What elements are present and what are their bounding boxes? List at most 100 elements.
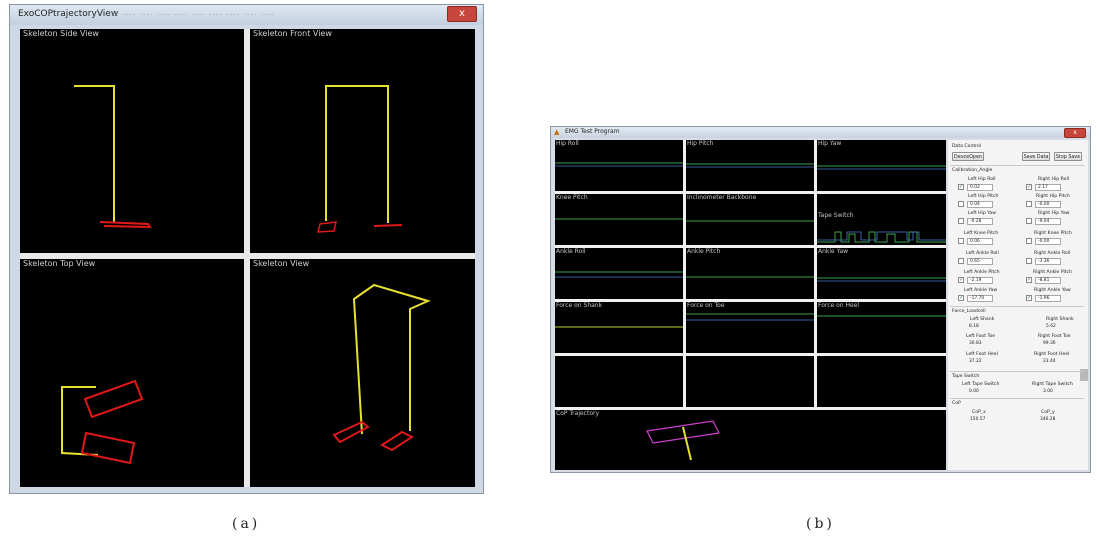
plot-force-on-shank[interactable]: Force on Shank	[555, 302, 683, 353]
plot-blank-2[interactable]	[686, 356, 814, 407]
plot-ankle-roll[interactable]: Ankle Roll	[555, 248, 683, 299]
menu-strip[interactable]: ---- ---- ---- ---- ---- ---- ---- ---- …	[105, 11, 275, 19]
right-shank-value: 5.62	[1046, 324, 1056, 329]
left-ankle-pitch-value[interactable]: -2.19	[967, 277, 993, 284]
save-data-button[interactable]: Save Data	[1022, 152, 1050, 161]
left-hip-pitch-value[interactable]: 0.04	[967, 201, 993, 208]
skeleton-front-view[interactable]: Skeleton Front View	[250, 29, 475, 253]
left-ankle-roll-checkbox[interactable]	[958, 258, 964, 264]
right-ankle-pitch-checkbox[interactable]: ✓	[1026, 277, 1032, 283]
right-ankle-yaw-checkbox[interactable]: ✓	[1026, 295, 1032, 301]
tape-trace-green	[817, 231, 946, 243]
right-hip-pitch-checkbox[interactable]	[1026, 201, 1032, 207]
skeleton-top-view[interactable]: Skeleton Top View	[20, 259, 244, 487]
skeleton-3d-view[interactable]: Skeleton View	[250, 259, 475, 487]
right-ankle-pitch-label: Right Ankle Pitch	[1033, 270, 1073, 275]
left-foot-heel-value: 37.22	[969, 359, 982, 364]
window-titlebar[interactable]: ▲ EMG Test Program x	[551, 127, 1090, 138]
3d-skeleton-line	[352, 283, 431, 435]
data-control-heading: Data Control	[952, 144, 982, 149]
plot-traces	[817, 315, 946, 317]
close-button[interactable]: x	[1064, 128, 1086, 138]
stop-save-button[interactable]: Stop Save	[1054, 152, 1082, 161]
plot-force-on-toe[interactable]: Force on Toe	[686, 302, 814, 353]
side-foot	[99, 221, 152, 229]
cop-x-value: 150.57	[970, 417, 986, 422]
cop-x-label: CoP_x	[972, 410, 986, 415]
left-ankle-pitch-checkbox[interactable]: ✓	[958, 277, 964, 283]
left-hip-roll-checkbox[interactable]: ✓	[958, 184, 964, 190]
plot-hip-roll[interactable]: Hip Roll	[555, 140, 683, 191]
right-foot-heel-value: 23.44	[1043, 359, 1056, 364]
left-ankle-yaw-value[interactable]: -17.70	[967, 295, 993, 302]
right-ankle-yaw-value[interactable]: -1.96	[1035, 295, 1061, 302]
right-knee-pitch-label: Right Knee Pitch	[1034, 231, 1072, 236]
right-ankle-roll-checkbox[interactable]	[1026, 258, 1032, 264]
3d-right-foot	[379, 430, 415, 452]
left-foot-heel-label: Left Foot Heel	[966, 352, 998, 357]
left-hip-roll-label: Left Hip Roll	[968, 177, 996, 182]
left-hip-yaw-value[interactable]: -0.28	[967, 218, 993, 225]
plot-inclinometer-backbone[interactable]: Inclinometer Backbone	[686, 194, 814, 245]
separator	[950, 398, 1084, 399]
left-ankle-yaw-checkbox[interactable]: ✓	[958, 295, 964, 301]
right-ankle-yaw-label: Right Ankle Yaw	[1034, 288, 1071, 293]
right-ankle-roll-label: Right Ankle Roll	[1034, 251, 1071, 256]
right-tape-switch-label: Right Tape Switch	[1032, 382, 1073, 387]
plot-ankle-yaw[interactable]: Ankle Yaw	[817, 248, 946, 299]
plot-traces	[555, 271, 683, 278]
left-knee-pitch-value[interactable]: 0.06	[967, 238, 993, 245]
left-knee-pitch-checkbox[interactable]	[958, 238, 964, 244]
plot-force-on-heel[interactable]: Force on Heel	[817, 302, 946, 353]
right-hip-yaw-checkbox[interactable]	[1026, 218, 1032, 224]
front-view-drawing	[317, 85, 403, 233]
right-tape-switch-value: 3.00	[1043, 389, 1053, 394]
separator	[950, 165, 1084, 166]
skeleton-side-view[interactable]: Skeleton Side View	[20, 29, 244, 253]
right-knee-pitch-value[interactable]: -0.00	[1035, 238, 1061, 245]
plot-blank-3[interactable]	[817, 356, 946, 407]
left-ankle-roll-label: Left Ankle Roll	[966, 251, 999, 256]
left-shank-label: Left Shank	[970, 317, 995, 322]
top-foot-lower	[80, 431, 136, 465]
tape-trace-blue	[817, 231, 946, 241]
plot-cop-trajectory[interactable]: CoP Trajectory	[555, 410, 946, 470]
plot-hip-pitch[interactable]: Hip Pitch	[686, 140, 814, 191]
device-open-button[interactable]: DevceOpen	[952, 152, 984, 161]
right-knee-pitch-checkbox[interactable]	[1026, 238, 1032, 244]
left-hip-roll-value[interactable]: 0.02	[967, 184, 993, 191]
side-skeleton-line	[74, 85, 115, 222]
left-hip-pitch-checkbox[interactable]	[958, 201, 964, 207]
window-client: Skeleton Side View Skeleton Front View S…	[20, 29, 475, 487]
close-button[interactable]: x	[447, 6, 477, 22]
left-ankle-roll-value[interactable]: 0.65	[967, 258, 993, 265]
left-tape-switch-label: Left Tape Switch	[962, 382, 1000, 387]
emg-test-window: ▲ EMG Test Program x Hip Roll Hip Pitch …	[550, 126, 1091, 473]
left-hip-yaw-checkbox[interactable]	[958, 218, 964, 224]
plot-traces	[686, 163, 814, 168]
plot-ankle-pitch[interactable]: Ankle Pitch	[686, 248, 814, 299]
tape-switch-heading: Tape Switch	[952, 374, 980, 379]
top-view-drawing	[61, 379, 144, 465]
cop-heading: CoP	[952, 401, 961, 406]
plot-traces	[817, 165, 946, 170]
window-titlebar[interactable]: ExoCOPtrajectoryView ---- ---- ---- ----…	[10, 5, 483, 25]
plot-tape-switch[interactable]: Tape Switch	[817, 194, 946, 245]
plot-traces	[686, 313, 814, 321]
plot-knee-pitch[interactable]: Knee Pitch	[555, 194, 683, 245]
3d-view-drawing	[332, 283, 431, 452]
plot-traces	[555, 162, 683, 167]
right-ankle-roll-value[interactable]: -3.36	[1035, 258, 1061, 265]
plot-hip-yaw[interactable]: Hip Yaw	[817, 140, 946, 191]
right-hip-roll-checkbox[interactable]: ✓	[1026, 184, 1032, 190]
front-right-foot	[373, 224, 403, 227]
cop-y-value: 346.28	[1040, 417, 1056, 422]
right-foot-toe-value: 99.36	[1043, 341, 1056, 346]
plot-blank-1[interactable]	[555, 356, 683, 407]
side-view-drawing	[74, 85, 152, 229]
right-hip-pitch-value[interactable]: -0.00	[1035, 201, 1061, 208]
right-ankle-pitch-value[interactable]: -8.81	[1035, 277, 1061, 284]
cop-plate	[646, 420, 720, 444]
right-hip-yaw-value[interactable]: -9.04	[1035, 218, 1061, 225]
right-hip-roll-value[interactable]: 2.17	[1035, 184, 1061, 191]
